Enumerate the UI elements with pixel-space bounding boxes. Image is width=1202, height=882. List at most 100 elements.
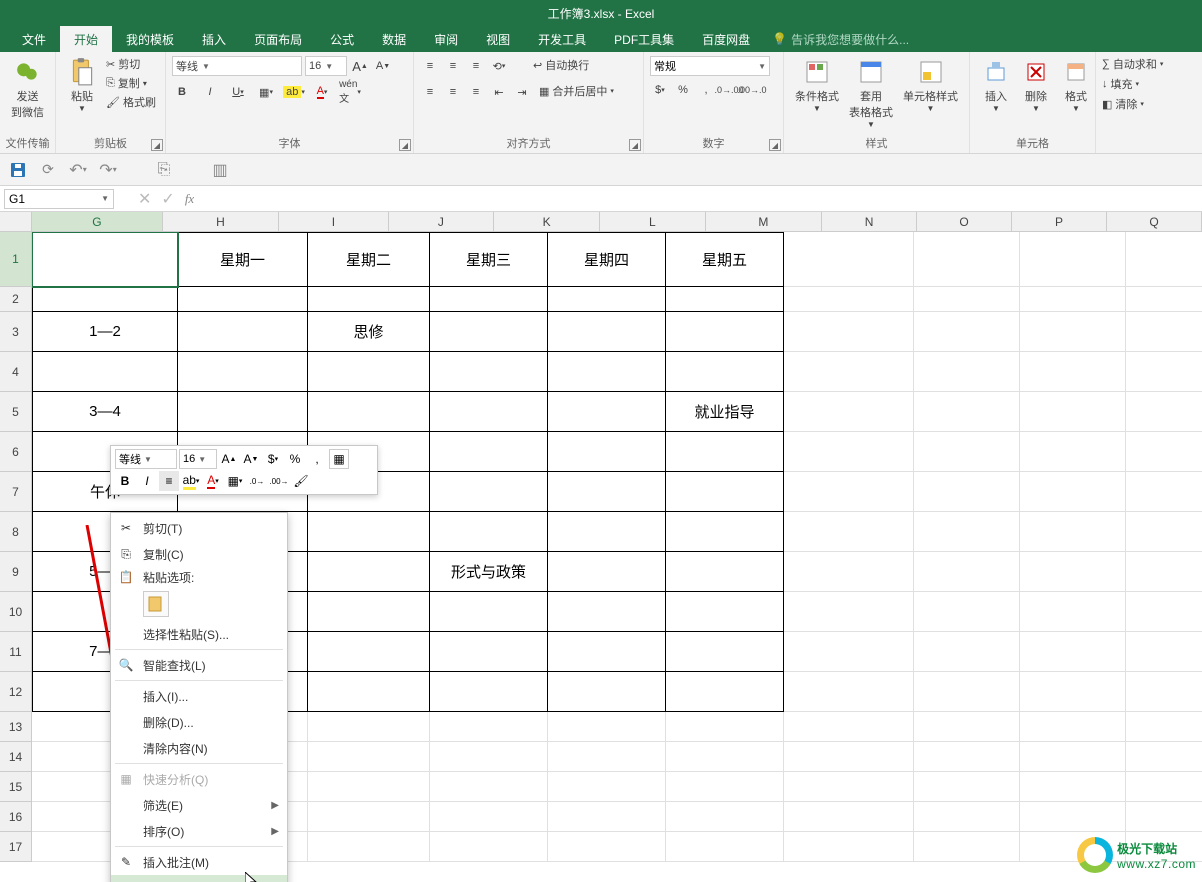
format-painter-button[interactable]: 🖌格式刷 [106,94,156,110]
col-header[interactable]: P [1012,212,1107,231]
cell[interactable] [548,352,666,392]
cell[interactable] [784,772,914,802]
cell[interactable] [430,742,548,772]
qat-chart-icon[interactable]: ▥ [208,158,232,182]
row-header[interactable]: 1 [0,232,31,287]
cell[interactable] [430,672,548,712]
cell[interactable] [548,472,666,512]
cell[interactable] [666,287,784,312]
clear-button[interactable]: ◧清除▾ [1102,96,1186,112]
tab-formulas[interactable]: 公式 [316,26,368,52]
cell[interactable] [666,592,784,632]
autosum-button[interactable]: ∑自动求和▾ [1102,56,1186,72]
col-header[interactable]: G [32,212,163,231]
format-cells-button[interactable]: 格式▼ [1056,56,1096,115]
cell[interactable] [1020,392,1126,432]
cell[interactable] [1126,672,1202,712]
mini-align-icon[interactable]: ≡ [159,471,179,491]
cell[interactable] [784,712,914,742]
tab-insert[interactable]: 插入 [188,26,240,52]
cell[interactable] [914,232,1020,287]
cell[interactable] [430,312,548,352]
col-header[interactable]: J [389,212,495,231]
paste-button[interactable]: 粘贴 ▼ [62,56,102,115]
cell[interactable] [548,712,666,742]
cell[interactable] [308,392,430,432]
cell[interactable] [666,712,784,742]
conditional-format-button[interactable]: 条件格式▼ [790,56,844,115]
cell[interactable] [1126,802,1202,832]
cell[interactable] [178,392,308,432]
font-name-combo[interactable]: 等线▼ [172,56,302,76]
cell[interactable] [430,592,548,632]
wrap-text-button[interactable]: ↩自动换行 [529,56,593,74]
underline-button[interactable]: U▾ [228,82,248,102]
col-header[interactable]: L [600,212,706,231]
cell[interactable] [1020,352,1126,392]
align-right-icon[interactable]: ≡ [466,82,486,102]
cell[interactable] [430,352,548,392]
align-top-icon[interactable]: ≡ [420,56,440,76]
col-header[interactable]: H [163,212,279,231]
mini-currency-icon[interactable]: $▾ [263,449,283,469]
align-center-icon[interactable]: ≡ [443,82,463,102]
spreadsheet-grid[interactable]: GHIJKLMNOPQ 1234567891011121314151617 星期… [0,212,1202,882]
font-color-button[interactable]: A▾ [312,82,332,102]
cell[interactable] [308,712,430,742]
cell[interactable] [548,742,666,772]
cell[interactable] [914,742,1020,772]
row-header[interactable]: 5 [0,392,31,432]
cell[interactable] [430,287,548,312]
cell[interactable] [914,392,1020,432]
cell[interactable] [784,742,914,772]
mini-font-combo[interactable]: 等线▼ [115,449,177,469]
cell[interactable] [1020,287,1126,312]
send-to-wechat-button[interactable]: 发送 到微信 [6,56,49,122]
row-header[interactable]: 16 [0,802,31,832]
mini-dec-dec-icon[interactable]: .00→ [269,471,289,491]
cell[interactable] [666,632,784,672]
cell[interactable] [666,742,784,772]
cell[interactable] [548,552,666,592]
cell[interactable]: 星期三 [430,232,548,287]
cell[interactable] [666,472,784,512]
row-header[interactable]: 2 [0,287,31,312]
ctx-sort[interactable]: 排序(O)▶ [111,818,287,844]
cell[interactable] [548,512,666,552]
cell[interactable] [430,832,548,862]
col-header[interactable]: O [917,212,1012,231]
cell[interactable] [784,552,914,592]
cell[interactable] [430,472,548,512]
cell[interactable] [308,742,430,772]
mini-percent-icon[interactable]: % [285,449,305,469]
comma-format-icon[interactable]: , [696,80,716,100]
cell[interactable] [308,512,430,552]
row-header[interactable]: 10 [0,592,31,632]
row-header[interactable]: 6 [0,432,31,472]
row-header[interactable]: 14 [0,742,31,772]
cell[interactable] [914,672,1020,712]
cell[interactable] [1126,392,1202,432]
cell[interactable] [1020,672,1126,712]
cell[interactable] [784,352,914,392]
cell[interactable] [784,632,914,672]
cell[interactable] [308,672,430,712]
cell[interactable] [914,592,1020,632]
cell[interactable] [548,432,666,472]
name-box[interactable]: G1 ▼ [4,189,114,209]
cell[interactable] [1020,232,1126,287]
font-size-combo[interactable]: 16▼ [305,56,347,76]
cell[interactable]: 星期二 [308,232,430,287]
cell[interactable] [178,287,308,312]
cell[interactable] [1126,552,1202,592]
phonetic-button[interactable]: wén文▾ [340,82,360,102]
cell[interactable] [32,287,178,312]
col-header[interactable]: N [822,212,917,231]
mini-format-painter-icon[interactable]: 🖌 [291,471,311,491]
cell[interactable] [308,772,430,802]
align-left-icon[interactable]: ≡ [420,82,440,102]
accept-formula-icon[interactable]: ✓ [161,189,174,209]
cell[interactable] [430,392,548,432]
row-header[interactable]: 4 [0,352,31,392]
cell[interactable] [1126,432,1202,472]
